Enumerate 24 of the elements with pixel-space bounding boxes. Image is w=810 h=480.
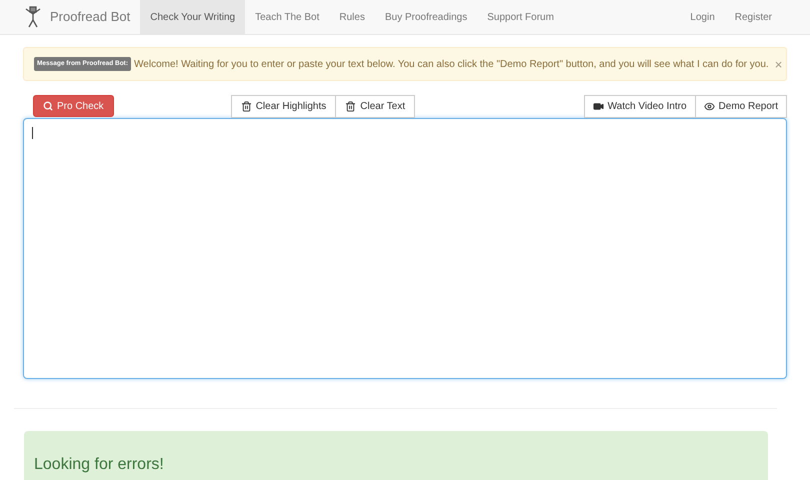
nav-link[interactable]: Login xyxy=(680,0,725,34)
text-cursor xyxy=(32,127,33,139)
close-button[interactable]: × xyxy=(774,58,782,70)
nav-link[interactable]: Register xyxy=(724,0,782,34)
toolbar-button[interactable]: Demo Report xyxy=(694,95,787,118)
trash-icon xyxy=(240,101,252,112)
alert-message: Welcome! Waiting for you to enter or paste your text below. You can also click the "Demo Report" button, and you will see what I can do for you. xyxy=(134,58,769,72)
nav-tab[interactable]: Buy Proofreadings xyxy=(374,0,478,34)
text-editor[interactable] xyxy=(23,118,787,379)
result-heading: Looking for errors! xyxy=(34,455,165,475)
robot-logo-icon xyxy=(24,6,42,28)
trash-icon xyxy=(345,101,356,112)
nav-tab[interactable]: Teach The Bot xyxy=(245,0,330,34)
toolbar-button[interactable]: Clear Text xyxy=(335,95,416,118)
pro-check-button[interactable]: Pro Check xyxy=(33,95,114,117)
video-camera-icon xyxy=(592,101,604,112)
nav-tab[interactable]: Check Your Writing xyxy=(140,0,246,34)
toolbar-button[interactable]: Watch Video Intro xyxy=(584,95,696,118)
nav-tab[interactable]: Support Forum xyxy=(477,0,564,34)
nav-tab[interactable]: Rules xyxy=(329,0,375,34)
search-icon xyxy=(43,101,53,111)
eye-icon xyxy=(704,101,715,112)
brand-name[interactable]: Proofread Bot xyxy=(50,7,130,27)
toolbar-button[interactable]: Clear Highlights xyxy=(230,95,336,118)
